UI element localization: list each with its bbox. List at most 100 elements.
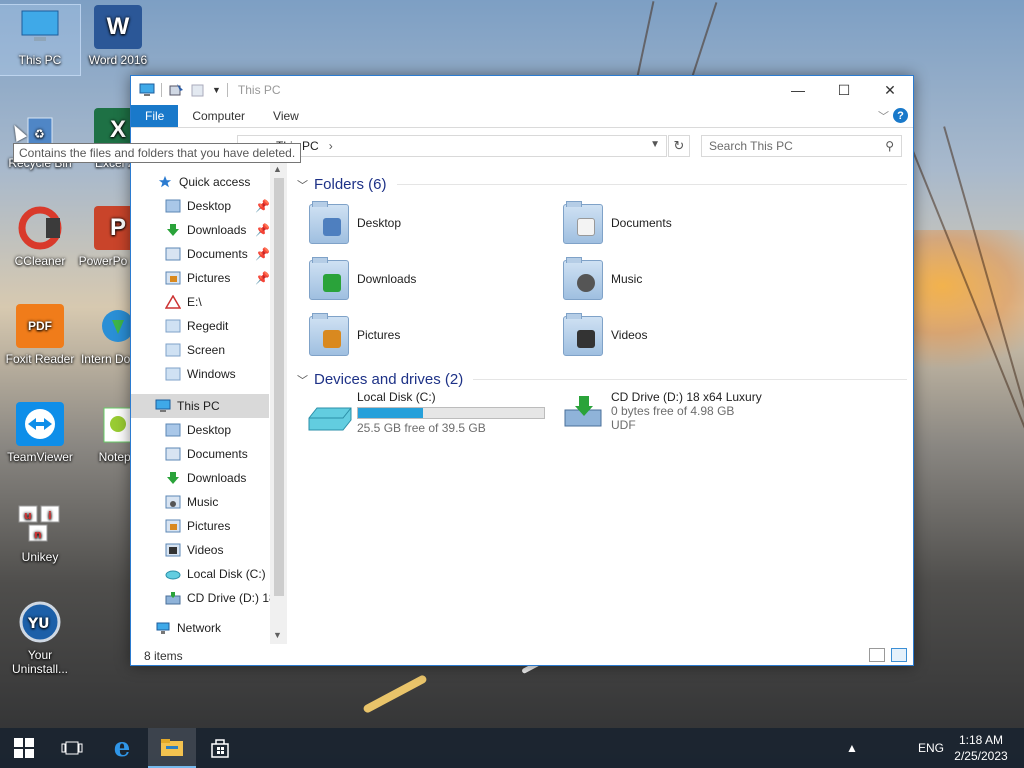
title-bar[interactable]: ▼ This PC — ☐ ✕ (131, 76, 913, 104)
tab-computer[interactable]: Computer (178, 105, 259, 127)
drive-tile-cd-drive[interactable]: CD Drive (D:) 18 x64 Luxury 0 bytes free… (561, 390, 811, 450)
desktop-icon-teamviewer[interactable]: TeamViewer (0, 402, 80, 464)
desktop-icon-label: TeamViewer (7, 450, 73, 464)
folder-tile-music[interactable]: Music (561, 252, 811, 306)
desktop-icon-this-pc[interactable]: This PC (0, 4, 81, 76)
pin-icon[interactable]: 📌 (255, 247, 270, 261)
navigation-pane[interactable]: Quick access Desktop 📌 Downloads 📌 Documen… (131, 162, 287, 644)
svg-text:i: i (48, 509, 52, 522)
collapse-chevron-icon[interactable]: ﹀ (297, 372, 308, 388)
folder-tile-desktop[interactable]: Desktop (307, 196, 557, 250)
drive-tile-local-disk[interactable]: Local Disk (C:) 25.5 GB free of 39.5 GB (307, 390, 557, 450)
nav-qa-desktop[interactable]: Desktop 📌 (131, 194, 287, 218)
new-folder-icon[interactable] (190, 83, 206, 97)
nav-pc-pictures[interactable]: Pictures (131, 514, 287, 538)
expand-ribbon-chevron-icon[interactable]: ﹀ (878, 108, 889, 124)
folders-group-header[interactable]: ﹀ Folders (6) (297, 176, 907, 193)
properties-icon[interactable] (168, 83, 184, 97)
this-pc-icon (139, 83, 155, 96)
desktop-icon-foxit-reader[interactable]: PDF Foxit Reader (0, 304, 80, 366)
nav-pc-local-disk[interactable]: Local Disk (C:) (131, 562, 287, 586)
desktop-icon-word[interactable]: W Word 2016 (78, 5, 158, 67)
hard-drive-icon (165, 570, 181, 580)
teamviewer-icon (16, 402, 64, 446)
content-pane[interactable]: ﹀ Folders (6) Desktop Documents Download… (291, 168, 911, 646)
nav-pc-music[interactable]: Music (131, 490, 287, 514)
large-icons-view-button[interactable] (891, 648, 907, 662)
pin-icon[interactable]: 📌 (255, 223, 270, 237)
nav-quick-access[interactable]: Quick access (131, 170, 287, 194)
show-hidden-icons-chevron-icon[interactable]: ▲ (846, 728, 858, 768)
system-clock[interactable]: 1:18 AM 2/25/2023 (944, 732, 1018, 764)
nav-network[interactable]: Network (131, 616, 287, 640)
nav-qa-e-drive[interactable]: E:\ (131, 290, 287, 314)
nav-pc-cd-drive[interactable]: CD Drive (D:) 18 (131, 586, 287, 610)
nav-qa-documents[interactable]: Documents 📌 (131, 242, 287, 266)
refresh-button[interactable]: ↻ (668, 135, 690, 157)
help-button[interactable]: ? (893, 108, 908, 123)
tab-file[interactable]: File (131, 105, 179, 127)
start-button[interactable] (0, 728, 48, 768)
breadcrumb-separator-icon[interactable]: › (329, 139, 333, 153)
file-explorer-icon (161, 739, 183, 756)
nav-qa-windows[interactable]: Windows (131, 362, 287, 386)
drive-file-system: UDF (611, 418, 636, 432)
desktop-icon-label: Word 2016 (88, 53, 148, 67)
nav-pc-documents[interactable]: Documents (131, 442, 287, 466)
nav-qa-downloads[interactable]: Downloads 📌 (131, 218, 287, 242)
pictures-folder-icon (307, 312, 351, 358)
scrollbar-thumb[interactable] (274, 178, 284, 596)
taskbar-file-explorer[interactable] (148, 728, 196, 768)
file-explorer-window[interactable]: ▼ This PC — ☐ ✕ File Computer View ﹀ ? T… (130, 75, 914, 666)
hard-drive-icon (307, 396, 352, 442)
nav-pc-downloads[interactable]: Downloads (131, 466, 287, 490)
nav-qa-pictures[interactable]: Pictures 📌 (131, 266, 287, 290)
taskbar-internet-explorer[interactable]: e (98, 728, 146, 768)
input-language-indicator[interactable]: ENG (918, 728, 944, 768)
group-title: Devices and drives (2) (314, 371, 464, 388)
ccleaner-icon (16, 206, 64, 250)
scroll-down-arrow-icon[interactable]: ▼ (273, 630, 282, 640)
pin-icon[interactable]: 📌 (255, 271, 270, 285)
documents-folder-icon (165, 247, 181, 261)
nav-this-pc[interactable]: This PC (131, 394, 269, 418)
nav-label: Documents (187, 247, 248, 261)
taskbar: e ▲ ENG 1:18 AM 2/25/2023 (0, 728, 1024, 768)
details-view-button[interactable] (869, 648, 885, 662)
customize-toolbar-chevron-icon[interactable]: ▼ (212, 85, 221, 95)
search-input[interactable]: Search This PC ⚲ (701, 135, 902, 157)
address-dropdown-chevron-icon[interactable]: ▼ (650, 139, 660, 150)
downloads-arrow-icon (167, 224, 179, 236)
folder-label: Videos (611, 328, 648, 342)
nav-pane-scrollbar[interactable]: ▲ ▼ (270, 162, 287, 644)
desktop-icon-unikey[interactable]: u in Unikey (0, 502, 80, 564)
folder-icon (165, 319, 181, 333)
desktop-icon-ccleaner[interactable]: CCleaner (0, 206, 80, 268)
network-icon (156, 622, 170, 634)
folder-tile-downloads[interactable]: Downloads (307, 252, 557, 306)
maximize-button[interactable]: ☐ (821, 76, 867, 104)
svg-text:u: u (24, 509, 32, 522)
folder-tile-documents[interactable]: Documents (561, 196, 811, 250)
clock-date: 2/25/2023 (954, 749, 1008, 763)
address-bar[interactable]: This PC › ▼ (237, 135, 667, 157)
tab-view[interactable]: View (259, 105, 313, 127)
folder-tile-videos[interactable]: Videos (561, 308, 811, 362)
nav-label: Downloads (187, 471, 247, 485)
taskbar-store[interactable] (196, 728, 244, 768)
nav-qa-screen[interactable]: Screen (131, 338, 287, 362)
folder-tile-pictures[interactable]: Pictures (307, 308, 557, 362)
minimize-button[interactable]: — (775, 76, 821, 104)
nav-pc-desktop[interactable]: Desktop (131, 418, 287, 442)
task-view-button[interactable] (48, 728, 96, 768)
nav-label: Desktop (187, 199, 232, 213)
close-button[interactable]: ✕ (867, 76, 913, 104)
desktop-icon-your-uninstaller[interactable]: YU Your Uninstall... (0, 600, 80, 676)
collapse-chevron-icon[interactable]: ﹀ (297, 177, 308, 193)
scroll-up-arrow-icon[interactable]: ▲ (273, 164, 282, 174)
devices-group-header[interactable]: ﹀ Devices and drives (2) (297, 371, 907, 388)
nav-qa-regedit[interactable]: Regedit (131, 314, 287, 338)
pin-icon[interactable]: 📌 (255, 199, 270, 213)
nav-pc-videos[interactable]: Videos (131, 538, 287, 562)
nav-label: E:\ (187, 295, 202, 309)
